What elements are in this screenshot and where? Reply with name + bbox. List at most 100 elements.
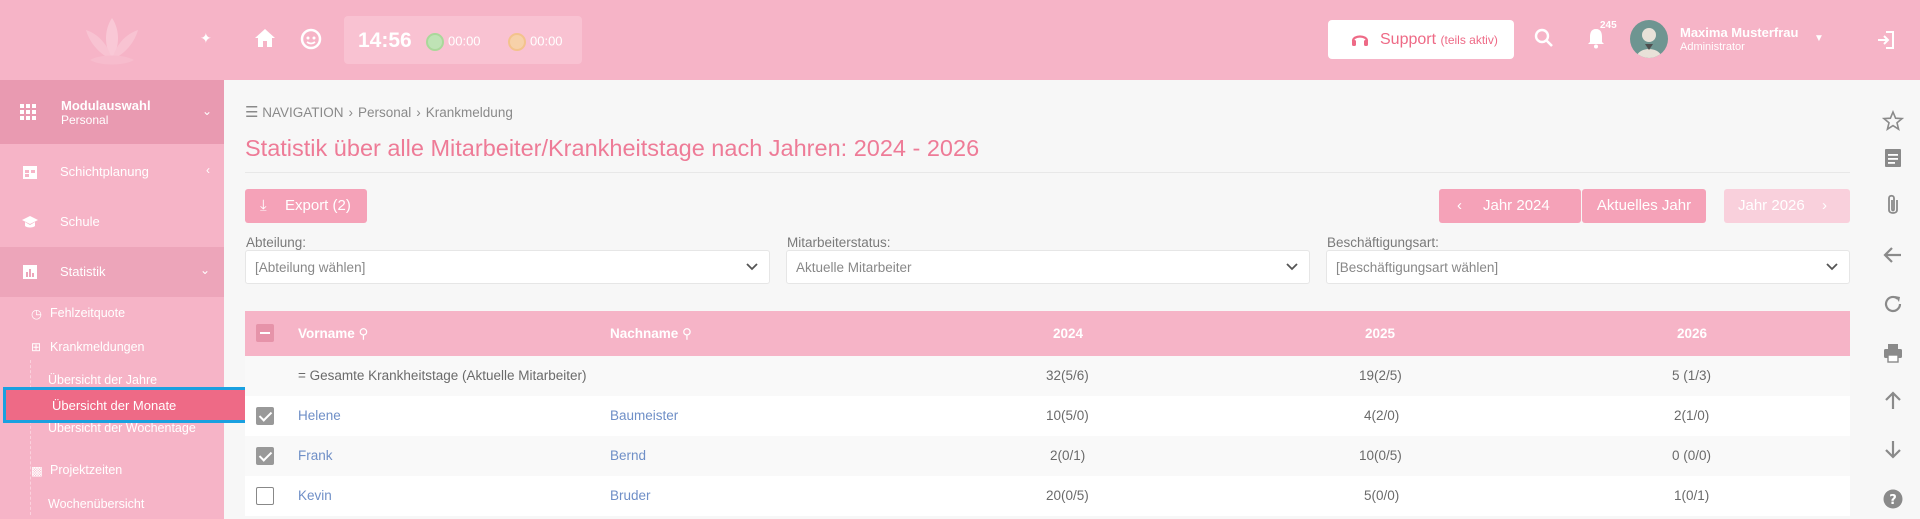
star-icon[interactable]	[1882, 110, 1904, 132]
logo[interactable]	[0, 0, 224, 80]
user-role: Administrator	[1680, 41, 1745, 53]
support-button[interactable]: Support (teils aktiv)	[1328, 20, 1514, 59]
prev-year-label: Jahr 2024	[1483, 197, 1550, 214]
pin-icon[interactable]: ✦	[200, 30, 212, 47]
breadcrumb-current: Krankmeldung	[425, 105, 513, 120]
user-name[interactable]: Maxima Musterfrau	[1680, 25, 1798, 40]
status-value: Aktuelle Mitarbeiter	[796, 260, 912, 275]
sidebar-item-label: Schule	[60, 214, 100, 229]
topbar: 14:56 00:00 00:00 Support (teils aktiv) …	[224, 0, 1920, 80]
right-toolbar: ?	[1866, 80, 1920, 519]
table-row: Kevin Bruder 20(0/5) 5(0/0) 1(0/1)	[245, 476, 1850, 516]
export-button[interactable]: ⤓ Export (2)	[245, 189, 367, 223]
total-2026: 5 (1/3)	[1672, 368, 1712, 383]
column-2025[interactable]: 2025	[1365, 326, 1395, 341]
breadcrumb-root[interactable]: NAVIGATION	[262, 105, 343, 120]
sidebar-item-schule[interactable]: Schule	[0, 197, 224, 247]
sidebar-item-label: Schichtplanung	[60, 164, 149, 179]
vorname-link[interactable]: Helene	[298, 408, 341, 423]
grid-icon	[20, 104, 36, 120]
arrow-left-icon[interactable]	[1882, 244, 1904, 266]
select-all-checkbox[interactable]	[256, 324, 274, 342]
calendar-icon	[23, 166, 37, 179]
current-year-label: Aktuelles Jahr	[1596, 197, 1692, 214]
module-selector[interactable]: Modulauswahl Personal ⌄	[0, 80, 224, 144]
breadcrumb: ☰ NAVIGATION › Personal › Krankmeldung	[245, 103, 513, 121]
refresh-icon[interactable]	[1882, 293, 1904, 315]
chart-icon	[23, 265, 37, 279]
chevron-right-icon: ›	[348, 105, 353, 120]
logout-icon[interactable]	[1876, 30, 1896, 50]
briefcase-icon: ▩	[31, 464, 43, 478]
home-icon[interactable]	[254, 28, 276, 48]
vorname-link[interactable]: Frank	[298, 448, 333, 463]
smiley-icon[interactable]	[300, 28, 322, 50]
timer-start[interactable]: 00:00	[426, 33, 481, 51]
column-nachname[interactable]: Nachname ⚲	[610, 326, 692, 342]
arrow-up-icon[interactable]	[1882, 390, 1904, 412]
row-checkbox[interactable]	[256, 487, 274, 505]
time-tracker: 14:56 00:00 00:00	[344, 16, 582, 64]
sidebar-sub-fehlzeitquote[interactable]: Fehlzeitquote	[50, 306, 125, 320]
abteilung-select[interactable]: [Abteilung wählen]	[245, 250, 770, 284]
column-2026[interactable]: 2026	[1677, 326, 1707, 341]
sidebar-item-label: Statistik	[60, 264, 106, 279]
vorname-link[interactable]: Kevin	[298, 488, 332, 503]
chevron-down-icon: ⌄	[201, 104, 212, 118]
print-icon[interactable]	[1882, 342, 1904, 364]
value-2026: 0 (0/0)	[1672, 448, 1712, 463]
document-icon[interactable]	[1882, 147, 1904, 169]
prev-year-button[interactable]: ‹ Jahr 2024	[1439, 189, 1581, 223]
status-select[interactable]: Aktuelle Mitarbeiter	[786, 250, 1310, 284]
user-avatar-icon	[1636, 28, 1662, 58]
sidebar-sub-monate[interactable]: Übersicht der Monate	[3, 387, 252, 423]
avatar[interactable]	[1630, 20, 1668, 58]
paperclip-icon[interactable]	[1882, 193, 1904, 217]
search-icon: ⚲	[682, 326, 692, 341]
nachname-link[interactable]: Bruder	[610, 488, 651, 503]
nachname-link[interactable]: Baumeister	[610, 408, 678, 423]
sidebar-sub-jahre[interactable]: Übersicht der Jahre	[48, 373, 157, 387]
sidebar-sub-krankmeldungen[interactable]: Krankmeldungen	[50, 340, 145, 354]
search-icon: ⚲	[358, 326, 369, 341]
sidebar-sub-projektzeiten[interactable]: Projektzeiten	[50, 463, 122, 477]
art-select[interactable]: [Beschäftigungsart wählen]	[1326, 250, 1850, 284]
search-icon[interactable]	[1534, 28, 1554, 48]
sidebar-sub-wochentage[interactable]: Übersicht der Wochentage	[48, 421, 196, 435]
table-header: Vorname ⚲ Nachname ⚲ 2024 2025 2026	[245, 311, 1850, 356]
column-vorname[interactable]: Vorname ⚲	[298, 326, 368, 342]
menu-icon[interactable]: ☰	[245, 104, 258, 121]
value-2025: 10(0/5)	[1359, 448, 1402, 463]
next-year-label: Jahr 2026	[1738, 197, 1805, 214]
value-2024: 20(0/5)	[1046, 488, 1089, 503]
arrow-down-icon[interactable]	[1882, 438, 1904, 460]
row-checkbox[interactable]	[256, 447, 274, 465]
row-checkbox[interactable]	[256, 407, 274, 425]
notification-badge: 245	[1600, 20, 1617, 31]
caret-down-icon[interactable]: ▼	[1814, 33, 1824, 44]
headset-icon	[1351, 35, 1369, 46]
divider	[245, 172, 1850, 173]
graduation-cap-icon	[22, 216, 38, 228]
chevron-down-icon	[746, 263, 758, 271]
support-label: Support	[1380, 31, 1437, 48]
table-row: Helene Baumeister 10(5/0) 4(2/0) 2(1/0)	[245, 396, 1850, 436]
next-year-button: Jahr 2026 ›	[1724, 189, 1850, 223]
clock-icon: ◷	[31, 307, 42, 321]
sidebar-item-statistik[interactable]: Statistik ⌄	[0, 247, 224, 297]
sidebar-item-schichtplanung[interactable]: Schichtplanung ‹	[0, 147, 224, 197]
filter-label-abteilung: Abteilung:	[246, 235, 307, 250]
timer-pause[interactable]: 00:00	[508, 33, 563, 51]
sidebar-sub-wochenuebersicht[interactable]: Wochenübersicht	[48, 497, 144, 511]
filter-label-status: Mitarbeiterstatus:	[787, 235, 891, 250]
play-icon	[426, 33, 444, 51]
nachname-link[interactable]: Bernd	[610, 448, 646, 463]
column-2024[interactable]: 2024	[1053, 326, 1083, 341]
help-icon[interactable]: ?	[1882, 488, 1904, 510]
total-row: = Gesamte Krankheitstage (Aktuelle Mitar…	[245, 356, 1850, 396]
value-2025: 4(2/0)	[1364, 408, 1400, 423]
breadcrumb-personal[interactable]: Personal	[358, 105, 411, 120]
current-year-button[interactable]: Aktuelles Jahr	[1582, 189, 1706, 223]
export-label: Export (2)	[285, 197, 351, 214]
abteilung-value: [Abteilung wählen]	[255, 260, 366, 275]
